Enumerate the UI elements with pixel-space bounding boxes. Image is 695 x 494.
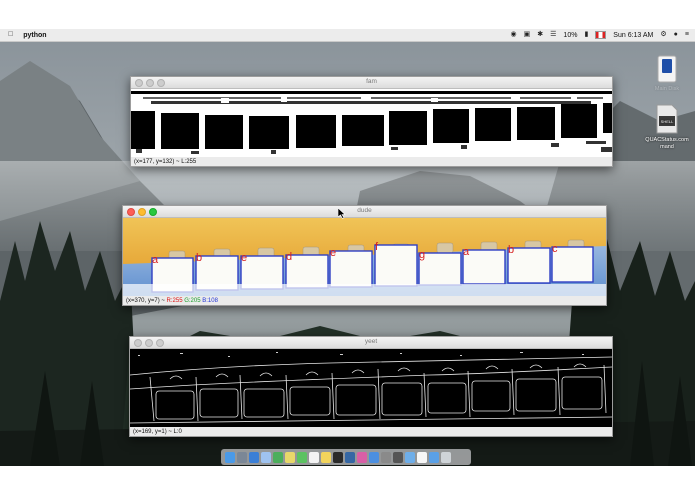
detected-key-letter: g bbox=[419, 249, 425, 261]
display-icon[interactable]: ▣ bbox=[524, 30, 531, 40]
screen-record-icon[interactable]: ◉ bbox=[511, 30, 517, 40]
appstore-icon[interactable] bbox=[369, 451, 379, 463]
shell-script-icon: SHELL bbox=[656, 104, 678, 134]
window-title: fam bbox=[366, 78, 377, 85]
preferences-icon[interactable] bbox=[381, 451, 391, 463]
apple-icon[interactable]:  bbox=[8, 30, 13, 40]
app-menu-python[interactable]: python bbox=[23, 32, 46, 39]
window-dude[interactable]: dude a b e d e f g a b c (x=370, y=7) ~ … bbox=[122, 205, 607, 306]
launchpad-icon[interactable] bbox=[237, 451, 247, 463]
image-canvas-binary[interactable] bbox=[131, 89, 612, 157]
detected-key-letter: e bbox=[241, 252, 247, 264]
photos-icon[interactable] bbox=[285, 451, 295, 463]
bluetooth-icon[interactable]: ✱ bbox=[537, 30, 543, 40]
window-title: yeet bbox=[364, 338, 378, 345]
window-titlebar[interactable]: fam bbox=[131, 77, 612, 89]
calendar-icon[interactable] bbox=[309, 451, 319, 463]
keyboard-detection-image: a b e d e f g a b c bbox=[123, 218, 606, 296]
detected-key-letter: a bbox=[463, 246, 470, 258]
detected-key-letter: e bbox=[330, 247, 336, 259]
detected-key-letter: b bbox=[508, 244, 514, 256]
maps-icon[interactable] bbox=[273, 451, 283, 463]
battery-percent[interactable]: 10% bbox=[563, 32, 577, 39]
status-bar: (x=177, y=132) ~ L:255 bbox=[134, 159, 197, 165]
menu-list-icon[interactable]: ≡ bbox=[685, 30, 689, 40]
binary-image bbox=[131, 89, 612, 157]
itunes-icon[interactable] bbox=[357, 451, 367, 463]
detected-key-letter: c bbox=[552, 243, 558, 255]
edge-detection-image bbox=[130, 349, 612, 427]
desktop-icon-label: Main Disk bbox=[654, 86, 680, 92]
camera-icon[interactable] bbox=[393, 451, 403, 463]
svg-text:SHELL: SHELL bbox=[661, 119, 674, 124]
desktop-icon-label: QUACStatus.com mand bbox=[645, 137, 689, 150]
wifi-icon[interactable]: ☰ bbox=[550, 30, 556, 40]
window-yeet[interactable]: yeet (x=169, y=1) ~ L:0 bbox=[129, 336, 613, 437]
battery-icon[interactable]: ▮ bbox=[584, 30, 588, 40]
user-icon[interactable]: ● bbox=[674, 30, 678, 40]
siri-icon[interactable]: ⚙ bbox=[660, 30, 666, 40]
mail-icon[interactable] bbox=[261, 451, 271, 463]
drive-icon bbox=[657, 55, 677, 83]
trash-icon[interactable] bbox=[441, 451, 451, 463]
detected-key-letter: a bbox=[152, 254, 159, 266]
status-red-value: R:255 bbox=[166, 298, 183, 304]
notes-icon[interactable] bbox=[321, 451, 331, 463]
window-fam[interactable]: fam (x=177, y=132) ~ L:255 bbox=[130, 76, 613, 167]
downloads-icon[interactable] bbox=[429, 451, 439, 463]
menubar-clock[interactable]: Sun 6:13 AM bbox=[613, 32, 653, 39]
image-canvas-color[interactable]: a b e d e f g a b c bbox=[123, 218, 606, 296]
desktop-icon-main-disk[interactable]: Main Disk bbox=[648, 55, 686, 93]
detected-key-letter: d bbox=[286, 251, 292, 263]
status-bar: (x=169, y=1) ~ L:0 bbox=[133, 429, 182, 435]
safari-icon[interactable] bbox=[249, 451, 259, 463]
status-bar: (x=370, y=7) ~ R:255 G:205 B:108 bbox=[123, 296, 606, 305]
document-icon[interactable] bbox=[417, 451, 427, 463]
status-position: (x=370, y=7) ~ bbox=[126, 298, 165, 304]
mouse-cursor-icon bbox=[338, 208, 346, 219]
messages-icon[interactable] bbox=[297, 451, 307, 463]
finder-icon[interactable] bbox=[225, 451, 235, 463]
folder-icon[interactable] bbox=[405, 451, 415, 463]
status-blue-value: B:108 bbox=[202, 298, 218, 304]
window-titlebar[interactable]: yeet bbox=[130, 337, 612, 349]
window-title: dude bbox=[357, 207, 372, 214]
window-titlebar[interactable]: dude bbox=[123, 206, 606, 218]
image-canvas-edges[interactable] bbox=[130, 349, 612, 427]
menu-bar:  python ◉ ▣ ✱ ☰ 10% ▮ Sun 6:13 AM ⚙ ● ≡ bbox=[0, 29, 695, 42]
status-green-value: G:205 bbox=[184, 298, 201, 304]
terminal-icon[interactable] bbox=[333, 451, 343, 463]
dock bbox=[221, 449, 471, 465]
screen:  python ◉ ▣ ✱ ☰ 10% ▮ Sun 6:13 AM ⚙ ● ≡ bbox=[0, 0, 695, 494]
flag-icon[interactable] bbox=[595, 31, 607, 39]
python-icon[interactable] bbox=[345, 451, 355, 463]
desktop-icon-shell-script[interactable]: SHELL QUACStatus.com mand bbox=[640, 104, 694, 151]
detected-key-letter: b bbox=[196, 252, 202, 264]
